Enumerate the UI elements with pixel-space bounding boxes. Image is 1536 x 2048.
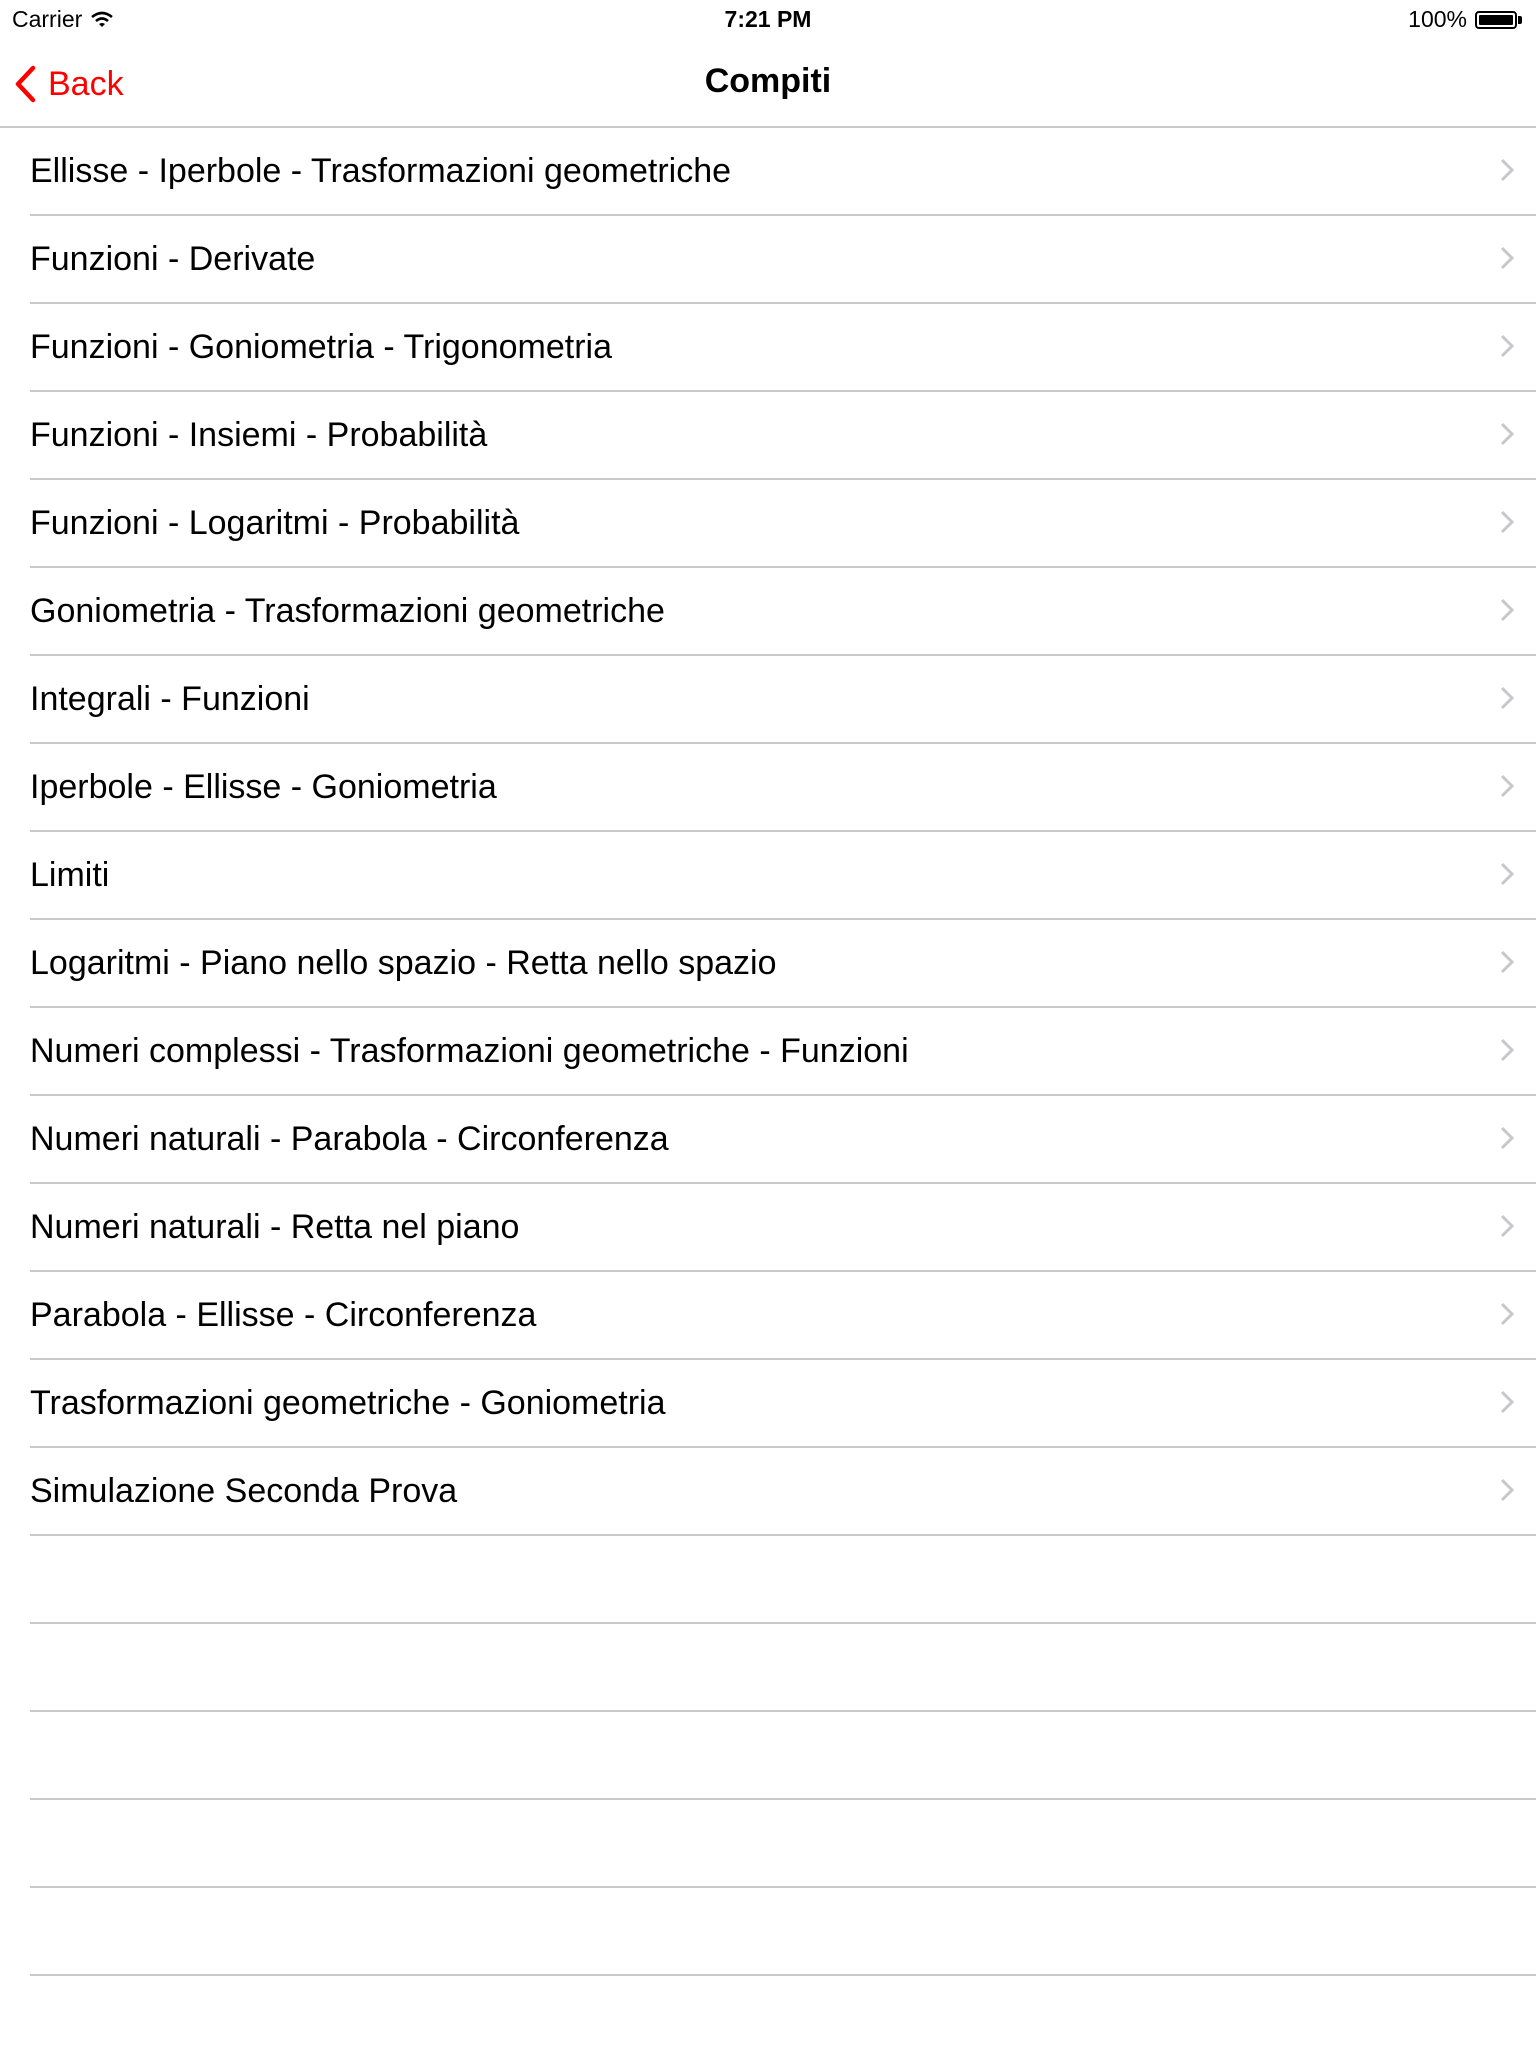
row-label: Integrali - Funzioni [30,680,310,718]
row-label: Funzioni - Insiemi - Probabilità [30,416,488,454]
navigation-bar: Back Compiti [0,40,1536,128]
table-row[interactable]: Logaritmi - Piano nello spazio - Retta n… [30,920,1536,1008]
chevron-right-icon [1500,862,1514,886]
table-row[interactable]: Numeri naturali - Retta nel piano [30,1184,1536,1272]
row-label: Trasformazioni geometriche - Goniometria [30,1384,666,1422]
chevron-right-icon [1500,950,1514,974]
chevron-right-icon [1500,774,1514,798]
chevron-right-icon [1500,422,1514,446]
row-label: Funzioni - Goniometria - Trigonometria [30,328,613,366]
row-label: Numeri naturali - Parabola - Circonferen… [30,1120,669,1158]
table-row[interactable]: Numeri naturali - Parabola - Circonferen… [30,1096,1536,1184]
chevron-right-icon [1500,334,1514,358]
table-row[interactable]: Goniometria - Trasformazioni geometriche [30,568,1536,656]
row-label: Numeri complessi - Trasformazioni geomet… [30,1032,909,1070]
chevron-right-icon [1500,1038,1514,1062]
chevron-right-icon [1500,686,1514,710]
row-label: Parabola - Ellisse - Circonferenza [30,1296,537,1334]
row-label: Limiti [30,856,110,894]
chevron-right-icon [1500,1302,1514,1326]
empty-row [30,1800,1536,1888]
chevron-right-icon [1500,598,1514,622]
row-label: Numeri naturali - Retta nel piano [30,1208,520,1246]
page-title: Compiti [704,62,832,100]
chevron-right-icon [1500,1214,1514,1238]
status-bar: Carrier 7:21 PM 100% [0,0,1536,40]
chevron-right-icon [1500,510,1514,534]
battery-icon [1475,10,1522,29]
row-label: Funzioni - Derivate [30,240,316,278]
chevron-right-icon [1500,158,1514,182]
empty-row [30,1888,1536,1976]
chevron-right-icon [1500,246,1514,270]
table-row[interactable]: Numeri complessi - Trasformazioni geomet… [30,1008,1536,1096]
row-label: Logaritmi - Piano nello spazio - Retta n… [30,944,777,982]
table-row[interactable]: Funzioni - Logaritmi - Probabilità [30,480,1536,568]
empty-row [30,1712,1536,1800]
topics-table: Ellisse - Iperbole - Trasformazioni geom… [0,128,1536,1976]
battery-percent: 100% [1408,6,1467,32]
table-row[interactable]: Iperbole - Ellisse - Goniometria [30,744,1536,832]
status-time: 7:21 PM [724,6,812,32]
table-row[interactable]: Limiti [30,832,1536,920]
chevron-right-icon [1500,1390,1514,1414]
empty-row [30,1536,1536,1624]
chevron-right-icon [1500,1478,1514,1502]
row-label: Funzioni - Logaritmi - Probabilità [30,504,520,542]
table-row[interactable]: Trasformazioni geometriche - Goniometria [30,1360,1536,1448]
table-row[interactable]: Parabola - Ellisse - Circonferenza [30,1272,1536,1360]
row-label: Simulazione Seconda Prova [30,1472,458,1510]
table-row[interactable]: Simulazione Seconda Prova [30,1448,1536,1536]
battery-group: 100% [1408,6,1522,33]
row-label: Iperbole - Ellisse - Goniometria [30,768,497,806]
row-label: Ellisse - Iperbole - Trasformazioni geom… [30,152,732,190]
table-row[interactable]: Ellisse - Iperbole - Trasformazioni geom… [30,128,1536,216]
empty-row [30,1624,1536,1712]
table-row[interactable]: Funzioni - Insiemi - Probabilità [30,392,1536,480]
table-row[interactable]: Funzioni - Goniometria - Trigonometria [30,304,1536,392]
table-row[interactable]: Integrali - Funzioni [30,656,1536,744]
chevron-right-icon [1500,1126,1514,1150]
table-row[interactable]: Funzioni - Derivate [30,216,1536,304]
row-label: Goniometria - Trasformazioni geometriche [30,592,665,630]
